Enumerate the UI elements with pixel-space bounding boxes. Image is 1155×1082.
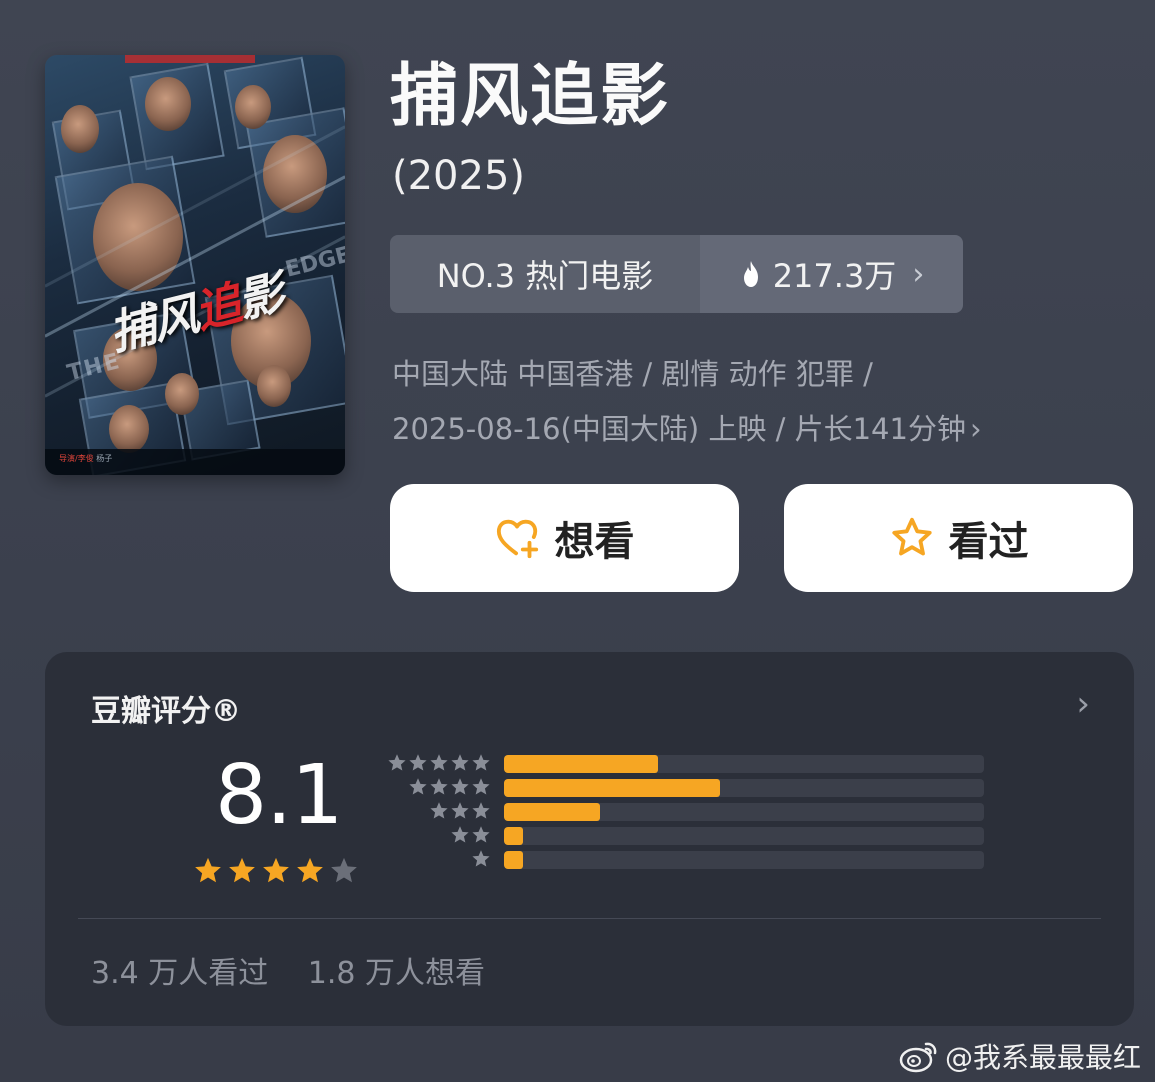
heat-indicator[interactable]: 217.3万 › bbox=[700, 235, 963, 313]
distribution-star-label-2 bbox=[381, 825, 491, 847]
star-filled-icon bbox=[297, 857, 323, 883]
chevron-right-icon: › bbox=[912, 256, 925, 292]
star-small-icon bbox=[430, 754, 448, 771]
star-small-icon bbox=[472, 802, 490, 819]
star-small-icon bbox=[472, 778, 490, 795]
seen-count: 3.4 万人看过 bbox=[91, 956, 269, 991]
poster-credits: 导演/李俊 杨子 bbox=[45, 449, 345, 475]
watermark: @我系最最最红 bbox=[899, 1036, 1141, 1076]
chevron-right-icon: › bbox=[969, 412, 982, 446]
movie-meta-region-genre: 中国大陆 中国香港 / 剧情 动作 犯罪 / bbox=[392, 357, 873, 391]
distribution-bar-4 bbox=[504, 779, 984, 797]
star-small-icon bbox=[409, 754, 427, 771]
star-filled-icon bbox=[263, 857, 289, 883]
rating-stars bbox=[193, 856, 359, 886]
star-small-icon bbox=[472, 826, 490, 843]
star-small-icon bbox=[451, 826, 469, 843]
distribution-bar-3 bbox=[504, 803, 984, 821]
star-outline-icon bbox=[891, 517, 932, 556]
heart-plus-icon bbox=[496, 519, 538, 559]
rank-label[interactable]: NO.3 热门电影 bbox=[390, 235, 700, 313]
star-small-icon bbox=[430, 802, 448, 819]
watched-button[interactable]: 看过 bbox=[784, 484, 1133, 592]
star-filled-icon bbox=[195, 857, 221, 883]
distribution-star-label-1 bbox=[381, 849, 491, 871]
distribution-bar-fill bbox=[504, 755, 658, 773]
divider bbox=[78, 918, 1101, 919]
star-small-icon bbox=[451, 778, 469, 795]
chevron-right-icon[interactable]: › bbox=[1076, 684, 1090, 724]
distribution-star-label-3 bbox=[381, 801, 491, 823]
distribution-star-label-4 bbox=[381, 777, 491, 799]
star-small-icon bbox=[409, 778, 427, 795]
distribution-bar-1 bbox=[504, 851, 984, 869]
distribution-bar-fill bbox=[504, 779, 720, 797]
star-filled-icon bbox=[229, 857, 255, 883]
release-info: 2025-08-16(中国大陆) 上映 / 片长141分钟 bbox=[392, 412, 966, 446]
distribution-bar-fill bbox=[504, 851, 524, 869]
want-count: 1.8 万人想看 bbox=[307, 956, 486, 991]
star-small-icon bbox=[472, 850, 490, 867]
poster-credits-director: 导演/李俊 bbox=[59, 454, 94, 463]
watermark-text: @我系最最最红 bbox=[944, 1041, 1141, 1074]
weibo-icon bbox=[899, 1042, 937, 1073]
rank-chip[interactable]: NO.3 热门电影 217.3万 › bbox=[390, 235, 963, 313]
movie-poster[interactable]: 捕风追影 THE EDGE 导演/李俊 杨子 bbox=[45, 55, 345, 475]
flame-icon bbox=[743, 261, 758, 287]
want-to-watch-label: 想看 bbox=[554, 520, 635, 564]
heat-value: 217.3万 bbox=[772, 257, 897, 295]
movie-year: (2025) bbox=[392, 153, 526, 199]
douban-rating-card[interactable]: 豆瓣评分® › 8.1 3.4 万人看过 1.8 万人想看 bbox=[45, 652, 1134, 1026]
rating-counts: 3.4 万人看过 1.8 万人想看 bbox=[91, 948, 485, 992]
star-small-icon bbox=[451, 754, 469, 771]
distribution-bar-2 bbox=[504, 827, 984, 845]
star-small-icon bbox=[388, 754, 406, 771]
watched-label: 看过 bbox=[948, 520, 1029, 564]
distribution-bar-fill bbox=[504, 827, 524, 845]
rating-card-title: 豆瓣评分® bbox=[91, 694, 241, 729]
star-small-icon bbox=[451, 802, 469, 819]
distribution-bar-5 bbox=[504, 755, 984, 773]
movie-meta-release[interactable]: 2025-08-16(中国大陆) 上映 / 片长141分钟 › bbox=[392, 412, 1092, 447]
rating-score: 8.1 bbox=[215, 748, 343, 843]
distribution-bar-fill bbox=[504, 803, 600, 821]
want-to-watch-button[interactable]: 想看 bbox=[390, 484, 739, 592]
poster-credits-name: 杨子 bbox=[96, 454, 113, 463]
movie-title: 捕风追影 bbox=[390, 57, 671, 136]
star-small-icon bbox=[472, 754, 490, 771]
distribution-star-label-5 bbox=[381, 753, 491, 775]
star-empty-icon bbox=[331, 857, 357, 883]
star-small-icon bbox=[430, 778, 448, 795]
